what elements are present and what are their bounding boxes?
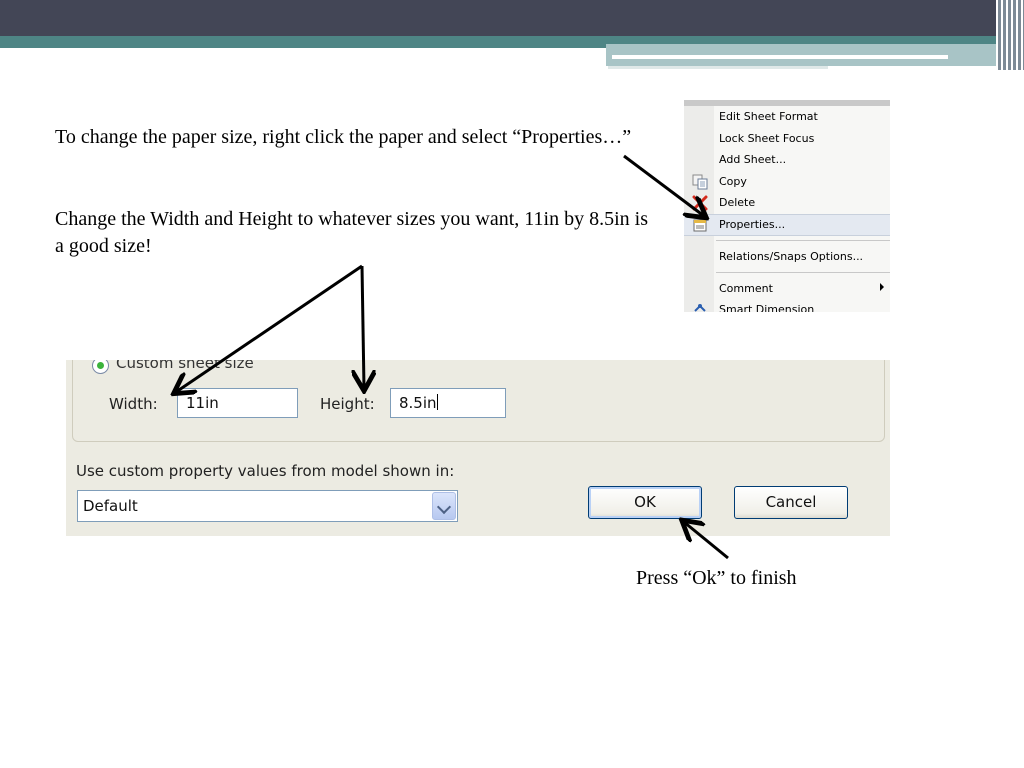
- menu-item-label: Delete: [719, 196, 756, 209]
- menu-item-label: Add Sheet...: [719, 153, 787, 166]
- menu-item-label: Lock Sheet Focus: [719, 132, 815, 145]
- text-cursor: [436, 394, 438, 410]
- menu-item-label: Copy: [719, 175, 747, 188]
- banner-white-line: [612, 55, 948, 59]
- instruction-text-2: Change the Width and Height to whatever …: [55, 208, 648, 257]
- delete-icon: [692, 195, 708, 211]
- width-label: Width:: [109, 395, 158, 413]
- menu-item-smart-dimension[interactable]: Smart Dimension: [684, 300, 890, 312]
- submenu-arrow-icon: [880, 283, 884, 291]
- menu-item-delete[interactable]: Delete: [684, 193, 890, 214]
- menu-item-label: Edit Sheet Format: [719, 110, 818, 123]
- custom-sheet-size-label: Custom sheet size: [116, 360, 254, 372]
- menu-item-label: Comment: [719, 282, 773, 295]
- instruction-text-1: To change the paper size, right click th…: [55, 126, 632, 148]
- menu-separator: [716, 272, 890, 273]
- menu-item-label: Relations/Snaps Options...: [719, 250, 864, 263]
- height-value: 8.5in: [399, 394, 437, 412]
- model-source-value: Default: [83, 497, 138, 515]
- menu-item-copy[interactable]: Copy: [684, 172, 890, 193]
- properties-icon: [692, 217, 708, 233]
- cancel-button[interactable]: Cancel: [734, 486, 848, 519]
- copy-icon: [692, 174, 708, 190]
- menu-item-edit-sheet-format[interactable]: Edit Sheet Format: [684, 107, 890, 128]
- context-menu: Edit Sheet Format Lock Sheet Focus Add S…: [684, 100, 890, 312]
- sheet-properties-dialog: Custom sheet size Width: 11in Height: 8.…: [66, 360, 890, 536]
- menu-item-lock-sheet-focus[interactable]: Lock Sheet Focus: [684, 129, 890, 150]
- menu-separator: [716, 240, 890, 241]
- model-source-select[interactable]: Default: [77, 490, 458, 522]
- menu-item-relations-snaps-options[interactable]: Relations/Snaps Options...: [684, 247, 890, 268]
- banner-vertical-stripes: [996, 0, 1024, 70]
- menu-top-edge: [684, 100, 890, 106]
- dropdown-arrow-icon[interactable]: [432, 492, 456, 520]
- menu-item-label: Properties...: [719, 218, 786, 231]
- menu-item-label: Smart Dimension: [719, 303, 815, 312]
- menu-item-properties[interactable]: Properties...: [684, 214, 890, 236]
- model-source-label: Use custom property values from model sh…: [76, 462, 455, 480]
- ok-button[interactable]: OK: [588, 486, 702, 519]
- height-label: Height:: [320, 395, 375, 413]
- menu-item-add-sheet[interactable]: Add Sheet...: [684, 150, 890, 171]
- instruction-text-3: Press “Ok” to finish: [636, 567, 797, 589]
- banner-white-line-2: [608, 66, 828, 69]
- width-input[interactable]: 11in: [177, 388, 298, 418]
- title-banner: [0, 0, 1024, 36]
- smart-dimension-icon: [692, 302, 708, 312]
- menu-item-comment[interactable]: Comment: [684, 279, 890, 300]
- height-input[interactable]: 8.5in: [390, 388, 506, 418]
